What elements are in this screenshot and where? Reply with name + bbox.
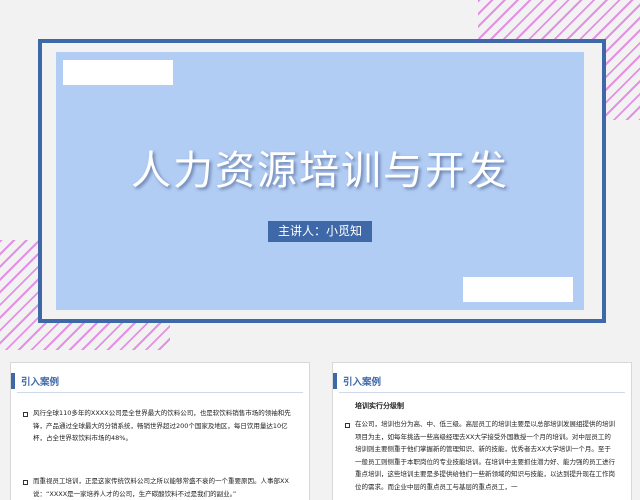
slide-title: 人力资源培训与开发 xyxy=(131,148,509,194)
paragraph: 在公司，培训也分为高、中、低三级。高层员工的培训主要是以总部培训发展组提供的培训… xyxy=(355,420,615,491)
heading-accent-bar xyxy=(11,373,15,389)
bullet-square-icon xyxy=(345,423,350,428)
title-slide: 人力资源培训与开发 主讲人：小觅知 xyxy=(0,0,640,356)
thumbnail-heading: 引入案例 xyxy=(343,377,382,388)
paragraph: 而重视员工培训，正是这家传统饮料公司之所以能够常盛不衰的一个重要原因。人事部XX… xyxy=(33,477,289,498)
paragraph: 风行全球110多年的XXXX公司是全世界最大的饮料公司，也是软饮料销售市场的领袖… xyxy=(33,409,291,442)
slide-thumbnail-2[interactable]: 引入案例 培训实行分级制 在公司，培训也分为高、中、低三级。高层员工的培训主要是… xyxy=(332,362,632,500)
thumbnail-subheading: 培训实行分级制 xyxy=(355,402,404,410)
heading-accent-bar xyxy=(333,373,337,389)
heading-divider xyxy=(339,392,625,393)
bullet-square-icon xyxy=(23,480,28,485)
slide-thumbnail-1[interactable]: 引入案例 风行全球110多年的XXXX公司是全世界最大的饮料公司，也是软饮料销售… xyxy=(10,362,310,500)
presenter-badge: 主讲人：小觅知 xyxy=(268,221,372,242)
bullet-square-icon xyxy=(23,412,28,417)
thumbnail-heading: 引入案例 xyxy=(21,377,60,388)
corner-box-bottom-right xyxy=(463,277,573,302)
corner-box-top-left xyxy=(63,60,173,85)
heading-divider xyxy=(17,392,303,393)
